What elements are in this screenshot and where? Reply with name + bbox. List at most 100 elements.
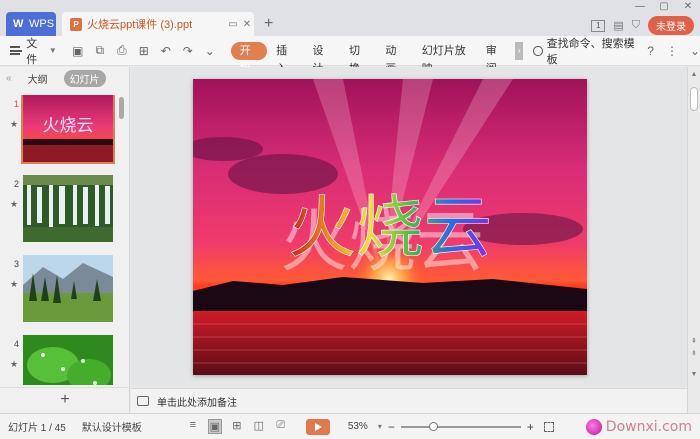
tab-slideshow[interactable]: 幻灯片放映 <box>413 42 477 75</box>
maximize-icon[interactable]: ▢ <box>652 0 676 14</box>
notes-view-icon[interactable]: ≡ <box>186 419 200 434</box>
play-slideshow-button[interactable] <box>305 418 330 435</box>
panel-tabs: « 大纲 幻灯片 <box>0 67 129 89</box>
ribbon-right-tools: ? ⋮ ⌄ <box>647 44 700 58</box>
camera-icon[interactable]: ⎚ <box>274 419 288 434</box>
zoom-slider-knob[interactable] <box>428 421 438 431</box>
presentation-file-icon: P <box>70 17 82 31</box>
slide-number: 1 <box>14 99 20 109</box>
help-icon[interactable]: ? <box>647 44 654 58</box>
tab-transitions[interactable]: 切换 <box>340 42 376 75</box>
print-icon[interactable]: ⎙ <box>115 43 129 58</box>
shirt-icon[interactable]: ⛉ <box>632 19 640 32</box>
slide-scrollbar[interactable]: ▲ ⇞ ⇟ ▼ <box>687 67 700 413</box>
tab-outline[interactable]: 大纲 <box>22 70 54 87</box>
print-preview-icon[interactable]: ⊞ <box>137 44 151 58</box>
export-icon[interactable]: ⧉ <box>93 43 107 58</box>
tab-review[interactable]: 审阅 <box>477 42 513 75</box>
slide-thumbnail-image <box>23 175 113 242</box>
customize-chevron-icon[interactable]: ⌄ <box>203 44 217 58</box>
quick-access-toolbar: ▣ ⧉ ⎙ ⊞ ↶ ↷ ⌄ <box>71 43 217 58</box>
reading-view-icon[interactable]: ◫ <box>252 419 266 434</box>
slide-thumbnail-2[interactable]: 2 ★ <box>0 175 118 247</box>
command-search-label: 查找命令、搜索模板 <box>546 37 635 66</box>
file-menu-label: 文件 <box>26 37 38 66</box>
scrollbar-thumb[interactable] <box>690 87 698 111</box>
new-tab-button[interactable]: + <box>264 15 273 33</box>
tab-document-title: 火烧云ppt课件 (3).ppt <box>87 19 193 31</box>
tab-window-icon[interactable]: ▭ <box>226 19 240 30</box>
fit-to-window-icon[interactable] <box>543 421 554 432</box>
normal-view-icon[interactable]: ▣ <box>207 419 222 434</box>
notes-placeholder: 单击此处添加备注 <box>157 397 237 409</box>
animation-star-icon: ★ <box>10 199 19 209</box>
add-slide-button[interactable]: + <box>0 387 130 413</box>
slides-panel: « 大纲 幻灯片 1 ★ 火烧云 2 ★ 3 ★ 4 ★ + <box>0 67 130 413</box>
save-icon[interactable]: ▣ <box>71 44 85 58</box>
watermark-text: Downxi.com <box>605 418 692 435</box>
tab-insert[interactable]: 插入 <box>267 42 303 75</box>
skin-icon[interactable]: ▤ <box>613 19 623 32</box>
thumbnail-scrollbar[interactable] <box>119 95 125 385</box>
minimize-icon[interactable]: — <box>628 0 652 14</box>
notes-pane[interactable]: 单击此处添加备注 <box>131 388 687 413</box>
animation-star-icon: ★ <box>10 279 19 289</box>
zoom-out-button[interactable]: − <box>388 420 395 434</box>
previous-slide-icon[interactable]: ⇞ <box>688 337 700 345</box>
close-window-icon[interactable]: ✕ <box>676 0 700 14</box>
command-search[interactable]: 查找命令、搜索模板 <box>533 35 635 67</box>
login-button[interactable]: 未登录 <box>648 16 694 35</box>
tab-home[interactable]: 开始 <box>230 41 268 75</box>
slide-thumbnail-1[interactable]: 1 ★ 火烧云 <box>0 95 118 167</box>
collapse-panel-icon[interactable]: « <box>6 73 12 84</box>
zoom-slider[interactable] <box>400 421 521 431</box>
zoom-in-button[interactable]: + <box>527 420 534 434</box>
tab-close-icon[interactable]: ✕ <box>240 19 254 30</box>
next-slide-icon[interactable]: ⇟ <box>688 349 700 357</box>
slide-number: 2 <box>14 179 20 189</box>
tab-wps-home[interactable]: W WPS <box>6 12 56 36</box>
titlebar-right-tools: 1 ▤ ⛉ 未登录 <box>591 16 694 35</box>
window-count-badge[interactable]: 1 <box>591 19 606 32</box>
tab-animations[interactable]: 动画 <box>376 42 412 75</box>
window-controls: — ▢ ✕ <box>628 0 700 14</box>
current-slide[interactable]: 火烧云 火烧云 <box>193 79 587 375</box>
tab-wps-label: WPS <box>29 18 55 30</box>
sorter-view-icon[interactable]: ⊞ <box>230 419 244 434</box>
animation-star-icon: ★ <box>10 359 19 369</box>
zoom-chevron-icon[interactable]: ▾ <box>378 422 382 431</box>
template-name[interactable]: 默认设计模板 <box>82 419 142 434</box>
hamburger-icon <box>10 46 23 55</box>
scroll-up-icon[interactable]: ▲ <box>688 71 700 78</box>
slide-counter: 幻灯片 1 / 45 <box>8 423 66 434</box>
ribbon-tabs: 开始 插入 设计 切换 动画 幻灯片放映 审阅 › <box>230 41 524 75</box>
watermark: Downxi.com <box>585 418 692 435</box>
watermark-logo-icon <box>585 418 602 435</box>
chevron-down-icon: ▼ <box>48 46 57 55</box>
redo-icon[interactable]: ↷ <box>181 44 195 58</box>
ribbon-scroll-right-icon[interactable]: › <box>515 41 524 60</box>
collapse-ribbon-icon[interactable]: ⌄ <box>690 44 700 58</box>
zoom-control: 53% ▾ − + <box>348 420 534 434</box>
slide-thumbnail-image <box>23 335 113 385</box>
tab-design[interactable]: 设计 <box>304 42 340 75</box>
file-menu-button[interactable]: 文件 ▼ <box>0 35 57 67</box>
thumbnail-title: 火烧云 <box>43 116 94 136</box>
tab-document[interactable]: P 火烧云ppt课件 (3).ppt ▭ ✕ <box>62 12 254 36</box>
title-bar: W WPS P 火烧云ppt课件 (3).ppt ▭ ✕ + — ▢ ✕ 1 ▤… <box>0 0 700 36</box>
scrollbar-thumb[interactable] <box>119 97 124 119</box>
slide-thumbnail-4[interactable]: 4 ★ <box>0 335 118 385</box>
slide-editing-area: 火烧云 火烧云 <box>131 67 687 387</box>
slide-title[interactable]: 火烧云 <box>288 189 493 269</box>
zoom-level[interactable]: 53% <box>348 421 368 432</box>
undo-icon[interactable]: ↶ <box>159 44 173 58</box>
status-bar: 幻灯片 1 / 45 默认设计模板 ≡ ▣ ⊞ ◫ ⎚ 53% ▾ − + Do… <box>0 413 700 439</box>
slide-number: 3 <box>14 259 20 269</box>
tab-slides[interactable]: 幻灯片 <box>63 69 106 87</box>
notes-icon <box>137 396 149 406</box>
scroll-down-icon[interactable]: ▼ <box>688 371 700 378</box>
more-icon[interactable]: ⋮ <box>666 44 678 58</box>
slide-thumbnail-image <box>23 255 113 322</box>
slide-thumbnail-3[interactable]: 3 ★ <box>0 255 118 327</box>
thumbnail-list: 1 ★ 火烧云 2 ★ 3 ★ 4 ★ <box>0 95 118 385</box>
